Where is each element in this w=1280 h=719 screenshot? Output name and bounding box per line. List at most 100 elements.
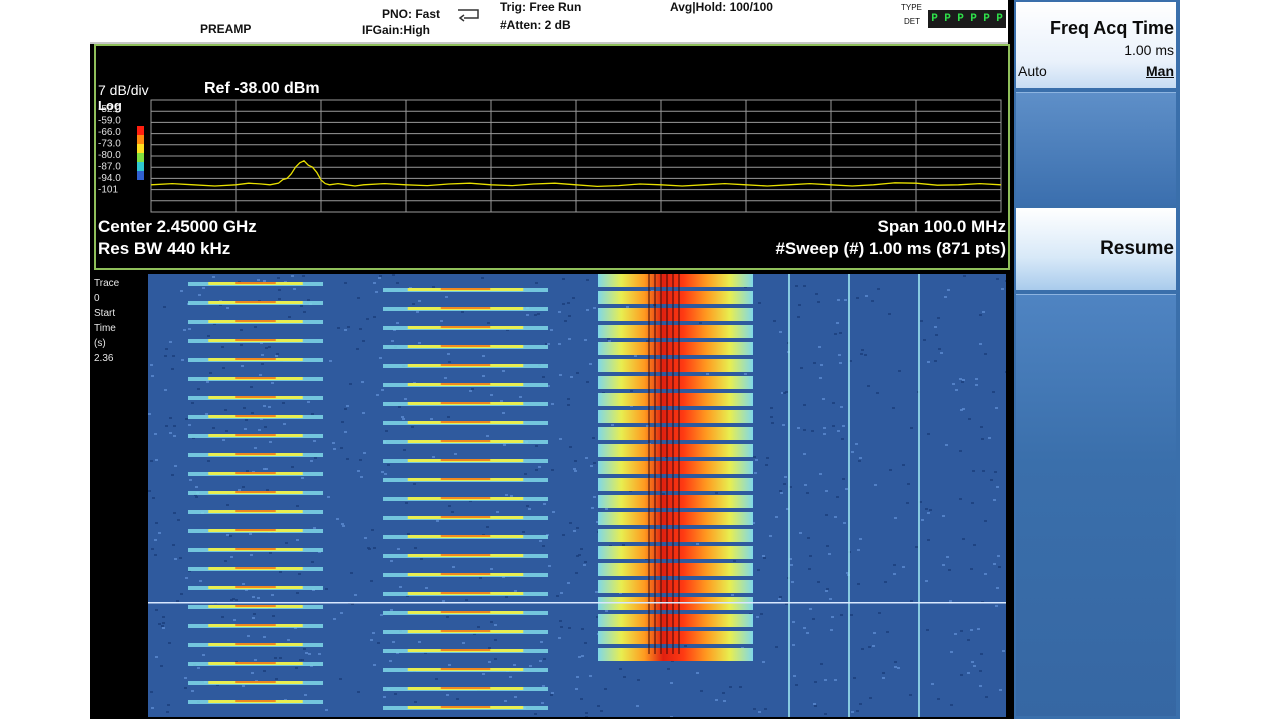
- noise-speck: [804, 484, 807, 486]
- status-bar: PREAMP PNO: Fast IFGain:High Trig: Free …: [90, 0, 1008, 44]
- noise-speck: [865, 295, 868, 297]
- noise-speck: [576, 555, 579, 557]
- noise-speck: [398, 406, 401, 408]
- noise-speck: [584, 561, 587, 563]
- noise-speck: [567, 404, 570, 406]
- noise-speck: [607, 338, 610, 340]
- noise-speck: [584, 642, 587, 644]
- noise-speck: [927, 539, 930, 541]
- noise-speck: [894, 661, 897, 663]
- noise-speck: [959, 498, 962, 500]
- noise-speck: [813, 362, 816, 364]
- noise-speck: [888, 313, 891, 315]
- noise-speck: [502, 412, 505, 414]
- noise-speck: [823, 433, 826, 435]
- noise-speck: [923, 339, 926, 341]
- noise-speck: [150, 460, 153, 462]
- noise-speck: [344, 282, 347, 284]
- noise-speck: [803, 627, 806, 629]
- noise-speck: [927, 361, 930, 363]
- noise-speck: [494, 639, 497, 641]
- noise-speck: [535, 445, 538, 447]
- noise-speck: [797, 316, 800, 318]
- noise-speck: [209, 372, 212, 374]
- colorbar-segment: [137, 135, 144, 144]
- freq-acq-time-softkey[interactable]: Freq Acq Time 1.00 ms Auto Man: [1016, 2, 1176, 88]
- noise-speck: [839, 362, 842, 364]
- noise-speck: [994, 471, 997, 473]
- noise-speck: [840, 614, 843, 616]
- noise-speck: [729, 686, 732, 688]
- noise-speck: [585, 712, 588, 714]
- noise-speck: [471, 388, 474, 390]
- noise-speck: [569, 446, 572, 448]
- noise-speck: [261, 363, 264, 365]
- noise-speck: [242, 583, 245, 585]
- noise-speck: [268, 406, 271, 408]
- noise-speck: [305, 652, 308, 654]
- noise-speck: [982, 311, 985, 313]
- noise-speck: [809, 608, 812, 610]
- noise-speck: [985, 696, 988, 698]
- noise-speck: [221, 616, 224, 618]
- noise-speck: [754, 472, 757, 474]
- noise-speck: [233, 619, 236, 621]
- noise-speck: [392, 641, 395, 643]
- noise-speck: [894, 517, 897, 519]
- noise-speck: [841, 438, 844, 440]
- noise-speck: [172, 544, 175, 546]
- noise-speck: [148, 413, 151, 415]
- noise-speck: [898, 370, 901, 372]
- noise-speck: [162, 627, 165, 629]
- ifgain-label: IFGain:High: [362, 23, 430, 37]
- noise-speck: [996, 587, 999, 589]
- noise-speck: [360, 476, 363, 478]
- noise-speck: [205, 413, 208, 415]
- noise-speck: [397, 548, 400, 550]
- noise-speck: [604, 688, 607, 690]
- noise-speck: [558, 311, 561, 313]
- noise-speck: [884, 581, 887, 583]
- noise-speck: [590, 465, 593, 467]
- noise-speck: [377, 642, 380, 644]
- noise-speck: [456, 698, 459, 700]
- blank-softkey-lower[interactable]: [1016, 294, 1176, 716]
- man-option[interactable]: Man: [1146, 63, 1174, 79]
- noise-speck: [448, 664, 451, 666]
- waterfall-label: (s): [94, 338, 106, 349]
- noise-speck: [526, 505, 529, 507]
- noise-speck: [403, 449, 406, 451]
- noise-speck: [813, 703, 816, 705]
- noise-speck: [819, 473, 822, 475]
- noise-speck: [333, 448, 336, 450]
- auto-option[interactable]: Auto: [1018, 63, 1047, 79]
- noise-speck: [622, 544, 625, 546]
- noise-speck: [362, 412, 365, 414]
- noise-speck: [573, 468, 576, 470]
- blank-softkey[interactable]: [1016, 92, 1176, 205]
- noise-speck: [263, 670, 266, 672]
- noise-speck: [562, 303, 565, 305]
- noise-speck: [568, 338, 571, 340]
- noise-speck: [188, 328, 191, 330]
- noise-speck: [817, 581, 820, 583]
- noise-speck: [173, 435, 176, 437]
- noise-speck: [611, 424, 614, 426]
- noise-speck: [892, 407, 895, 409]
- noise-speck: [278, 298, 281, 300]
- noise-speck: [346, 458, 349, 460]
- detector-indicator: P P P P P P: [928, 10, 1006, 28]
- noise-speck: [762, 555, 765, 557]
- noise-speck: [543, 503, 546, 505]
- waterfall-label: 0: [94, 293, 100, 304]
- noise-speck: [263, 636, 266, 638]
- wideband-signal-row: [598, 410, 753, 423]
- noise-speck: [191, 690, 194, 692]
- burst-hot: [440, 288, 491, 290]
- noise-speck: [662, 493, 665, 495]
- resume-softkey[interactable]: Resume: [1016, 208, 1176, 290]
- noise-speck: [539, 660, 542, 662]
- noise-speck: [390, 609, 393, 611]
- noise-speck: [540, 641, 543, 643]
- noise-speck: [162, 616, 165, 618]
